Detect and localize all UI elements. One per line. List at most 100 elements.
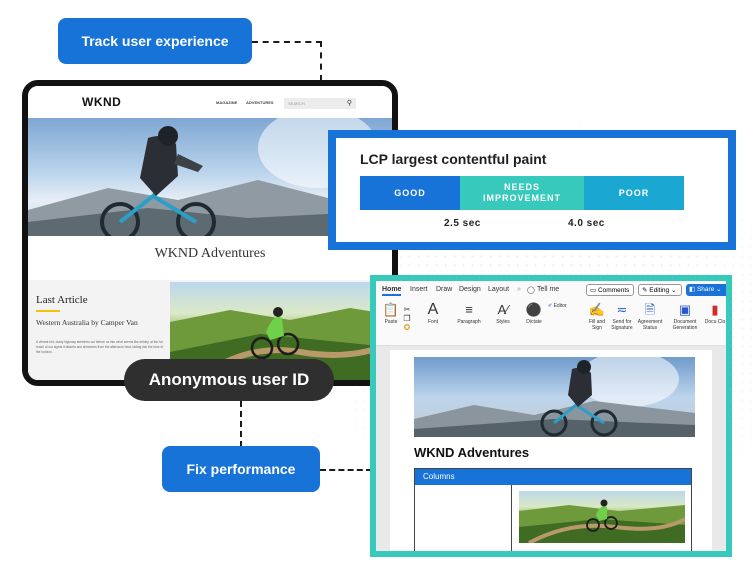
heading-underline <box>36 310 60 312</box>
tab-layout[interactable]: Layout <box>488 286 509 293</box>
fill-and-sign-button[interactable]: ✍ Fill and Sign <box>586 302 608 332</box>
paragraph-button[interactable]: ≡ Paragraph <box>454 302 484 326</box>
document-generation-icon: ▣ <box>678 302 692 317</box>
document-title[interactable]: WKND Adventures <box>414 445 529 460</box>
font-label: Font <box>427 319 438 325</box>
styles-button[interactable]: A⁄ Styles <box>490 302 516 326</box>
article-title-link[interactable]: Western Australia by Camper Van <box>36 318 146 327</box>
anonymous-user-id-label: Anonymous user ID <box>148 370 310 389</box>
document-cloud-button[interactable]: ▮ Docu Clo <box>704 302 726 326</box>
comments-label: Comments <box>597 287 630 294</box>
document-page[interactable]: WKND Adventures Columns <box>390 350 712 551</box>
lcp-segment-poor: POOR <box>584 176 684 210</box>
editor-button[interactable]: ✐ Editor <box>548 303 578 309</box>
site-search-input[interactable]: SEARCH ⚲ <box>284 98 356 109</box>
fix-performance-label: Fix performance <box>186 461 296 477</box>
sign-pen-icon: ✍ <box>588 302 606 317</box>
lcp-threshold-good: 2.5 sec <box>444 218 481 229</box>
align-icon: ≡ <box>465 302 473 317</box>
search-icon: ⚲ <box>346 100 352 107</box>
connector-anonymous-vertical <box>240 401 242 447</box>
wknd-logo[interactable]: WKND <box>82 95 121 109</box>
columns-image-art <box>519 499 685 543</box>
comment-icon: ▭ <box>590 287 597 294</box>
fix-performance-pill: Fix performance <box>162 446 320 492</box>
lcp-segment-poor-label: POOR <box>618 187 650 198</box>
track-user-experience-label: Track user experience <box>81 33 229 49</box>
editing-mode-dropdown[interactable]: ✎ Editing ⌄ <box>638 284 682 296</box>
lcp-segment-good: GOOD <box>360 176 460 210</box>
share-icon: ◧ <box>689 286 696 293</box>
document-hero-image[interactable] <box>414 357 695 437</box>
clipboard-icon: 📋 <box>382 302 400 317</box>
dictate-label: Dictate <box>526 319 542 325</box>
tab-tell-me[interactable]: Tell me <box>537 286 559 293</box>
document-status-icon: 🗎 <box>644 302 656 317</box>
tab-insert[interactable]: Insert <box>410 286 428 293</box>
comments-button[interactable]: ▭ Comments <box>586 284 634 296</box>
nav-link-magazine[interactable]: MAGAZINE <box>216 100 237 105</box>
paste-button[interactable]: 📋 Paste <box>380 302 402 326</box>
paragraph-label: Paragraph <box>457 319 481 325</box>
share-chevron-icon: ⌄ <box>716 286 722 293</box>
search-placeholder: SEARCH <box>288 101 305 106</box>
fill-sign-label: Fill and Sign <box>588 319 606 331</box>
send-for-signature-button[interactable]: ≂ Send for Signature <box>610 302 634 332</box>
lcp-segment-needs-improvement: NEEDS IMPROVEMENT <box>460 176 584 210</box>
tab-design[interactable]: Design <box>459 286 481 293</box>
chevron-down-icon: ⌄ <box>670 287 677 294</box>
columns-header: Columns <box>415 469 691 485</box>
font-icon: A <box>427 301 439 318</box>
connector-track-horizontal <box>252 41 322 43</box>
editing-label: Editing <box>649 287 670 294</box>
copy-icon: ❐ <box>403 314 411 323</box>
clipboard-actions[interactable]: ✂ ❐ ✪ <box>402 305 412 332</box>
lcp-title: LCP largest contentful paint <box>360 151 547 167</box>
font-button[interactable]: A Font <box>420 301 446 326</box>
signature-icon: ≂ <box>616 302 628 317</box>
document-canvas: WKND Adventures Columns <box>376 346 726 551</box>
document-hero-art <box>414 357 695 437</box>
share-label: Share <box>696 286 715 293</box>
microphone-icon: ⚫ <box>525 302 543 317</box>
dictate-button[interactable]: ⚫ Dictate <box>522 302 546 326</box>
doc-cloud-label: Docu Clo <box>704 319 726 325</box>
pencil-icon: ✎ <box>642 287 648 294</box>
columns-divider <box>511 485 512 551</box>
acrobat-icon: ▮ <box>711 302 719 317</box>
send-signature-label: Send for Signature <box>611 319 633 331</box>
agreement-status-label: Agreement Status <box>637 319 663 331</box>
editor-label: Editor <box>553 303 567 309</box>
lcp-segment-needs-improvement-label: NEEDS IMPROVEMENT <box>482 182 561 203</box>
ribbon-toolbar: 📋 Paste ✂ ❐ ✪ A Font ≡ Paragraph A⁄ Styl… <box>376 301 726 346</box>
site-header: WKND MAGAZINE ADVENTURES SEARCH ⚲ <box>28 86 392 118</box>
styles-icon: A⁄ <box>497 302 509 317</box>
tab-draw[interactable]: Draw <box>436 286 452 293</box>
doc-generation-label: Document Generation <box>672 319 698 331</box>
document-generation-button[interactable]: ▣ Document Generation <box>670 302 700 332</box>
article-excerpt: A vibrant red, dusty highway stretches o… <box>36 340 164 354</box>
columns-image[interactable] <box>519 491 685 543</box>
scissors-icon: ✂ <box>403 305 411 314</box>
track-user-experience-pill: Track user experience <box>58 18 252 64</box>
word-document-window: Home Insert Draw Design Layout » ◯ Tell … <box>370 275 732 557</box>
share-button[interactable]: ◧ Share ⌄ <box>686 284 726 296</box>
connector-fix-horizontal <box>320 469 372 471</box>
last-article-heading: Last Article <box>36 294 88 306</box>
paste-label: Paste <box>384 319 398 325</box>
columns-table[interactable]: Columns <box>414 468 692 551</box>
styles-label: Styles <box>496 319 510 325</box>
connector-track-vertical <box>320 41 322 81</box>
editor-pen-icon: ✐ <box>548 303 553 309</box>
anonymous-user-id-pill: Anonymous user ID <box>124 359 334 401</box>
lcp-metric-card: LCP largest contentful paint GOOD NEEDS … <box>328 130 736 250</box>
lcp-threshold-poor: 4.0 sec <box>568 218 605 229</box>
ribbon-tab-bar: Home Insert Draw Design Layout » ◯ Tell … <box>376 281 726 301</box>
format-painter-icon: ✪ <box>403 323 411 332</box>
nav-link-adventures[interactable]: ADVENTURES <box>246 100 274 105</box>
lightbulb-icon: ◯ <box>527 287 535 294</box>
tab-overflow-icon[interactable]: » <box>517 286 521 293</box>
lcp-segment-good-label: GOOD <box>394 187 426 198</box>
tab-home[interactable]: Home <box>382 286 402 296</box>
agreement-status-button[interactable]: 🗎 Agreement Status <box>636 302 664 332</box>
